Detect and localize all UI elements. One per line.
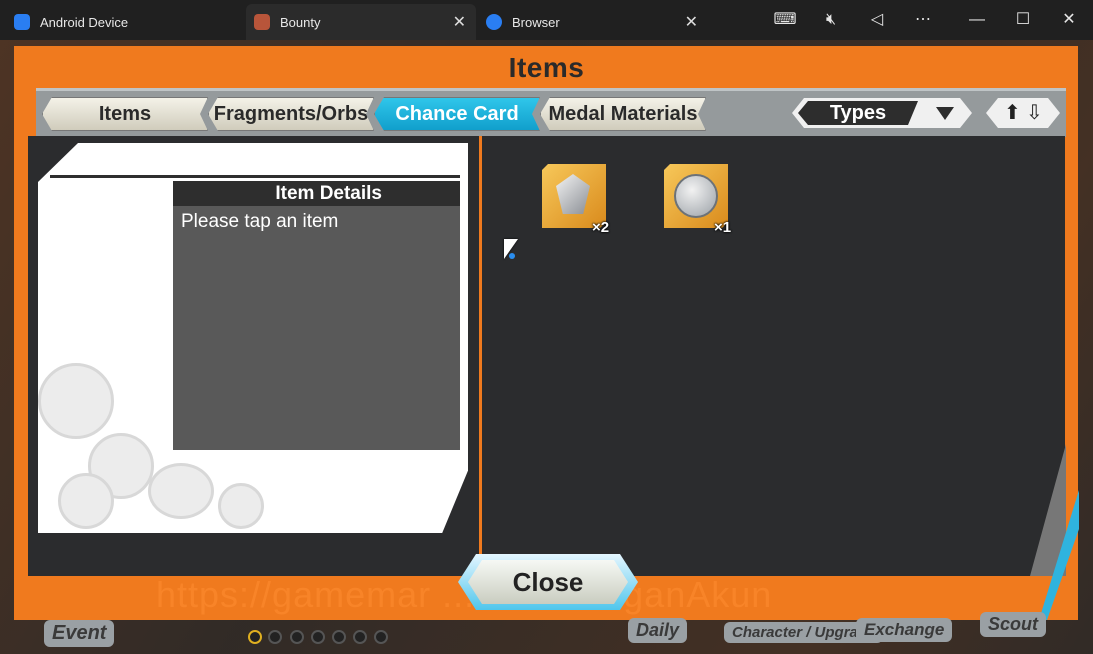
page-dot (353, 630, 367, 644)
page-dot (268, 630, 282, 644)
close-tab-icon[interactable]: ✕ (453, 12, 466, 32)
window-titlebar: Android Device Bounty ✕ Browser ✕ ⌨ 🔇︎ ◁… (0, 0, 1093, 40)
tab-bounty[interactable]: Bounty ✕ (246, 4, 476, 40)
details-divider (50, 175, 460, 178)
nav-daily[interactable]: Daily (628, 618, 688, 643)
coin-splash-decoration (218, 483, 264, 529)
close-window-icon[interactable]: ✕ (1054, 8, 1084, 32)
nav-event[interactable]: Event (44, 620, 115, 647)
close-tab-icon[interactable]: ✕ (685, 12, 698, 32)
minimize-icon[interactable]: — (962, 8, 992, 32)
tab-label: Chance Card (395, 102, 519, 125)
tab-chance-card[interactable]: Chance Card (374, 97, 540, 131)
types-filter-label: Types (798, 101, 918, 125)
page-dot (332, 630, 346, 644)
game-viewport: Items Items Fragments/Orbs Chance Card M… (0, 40, 1093, 654)
coin-splash-decoration (38, 363, 114, 439)
chevron-down-icon (936, 107, 954, 120)
tab-label: Fragments/Orbs (213, 102, 369, 125)
types-filter-dropdown[interactable]: Types (792, 98, 972, 128)
close-button-label: Close (468, 560, 628, 604)
tab-android-device[interactable]: Android Device (14, 4, 246, 40)
mute-icon[interactable]: 🔇︎ (816, 8, 846, 32)
back-icon[interactable]: ◁ (862, 8, 892, 32)
page-dot (248, 630, 262, 644)
crystal-icon (556, 174, 590, 214)
tab-label: Android Device (40, 14, 129, 30)
maximize-icon[interactable]: ☐ (1008, 8, 1038, 32)
sort-order-button[interactable]: ⬆ ⇩ (986, 98, 1060, 128)
tab-medal-materials[interactable]: Medal Materials (540, 97, 706, 131)
page-dot (311, 630, 325, 644)
item-details-header: Item Details (173, 181, 460, 206)
item-quantity: ×2 (592, 219, 610, 236)
page-dot (290, 630, 304, 644)
coin-splash-decoration (148, 463, 214, 519)
close-button[interactable]: Close (458, 554, 638, 610)
coin-splash-decoration (58, 473, 114, 529)
dialog-title: Items (508, 52, 585, 83)
nav-scout[interactable]: Scout (980, 612, 1047, 637)
tab-label: Medal Materials (548, 102, 698, 125)
arrow-down-icon: ⇩ (1026, 102, 1043, 124)
page-dot (374, 630, 388, 644)
item-quantity: ×1 (714, 219, 732, 236)
cursor-indicator (509, 253, 515, 259)
browser-icon (486, 14, 502, 30)
bounty-coin-icon (674, 174, 718, 218)
tab-items[interactable]: Items (42, 97, 208, 131)
tab-browser[interactable]: Browser ✕ (486, 4, 706, 40)
tab-label: Items (98, 102, 152, 125)
more-icon[interactable]: ⋯ (908, 8, 938, 32)
item-details-body (173, 206, 460, 450)
nav-exchange[interactable]: Exchange (856, 618, 953, 642)
keyboard-icon[interactable]: ⌨ (770, 8, 800, 32)
bounty-game-icon (254, 14, 270, 30)
item-details-message: Please tap an item (181, 211, 339, 232)
tab-label: Browser (512, 14, 560, 30)
arrow-up-icon: ⬆ (1004, 102, 1021, 124)
tab-label: Bounty (280, 14, 321, 30)
tab-fragments-orbs[interactable]: Fragments/Orbs (208, 97, 374, 131)
android-device-icon (14, 14, 30, 30)
